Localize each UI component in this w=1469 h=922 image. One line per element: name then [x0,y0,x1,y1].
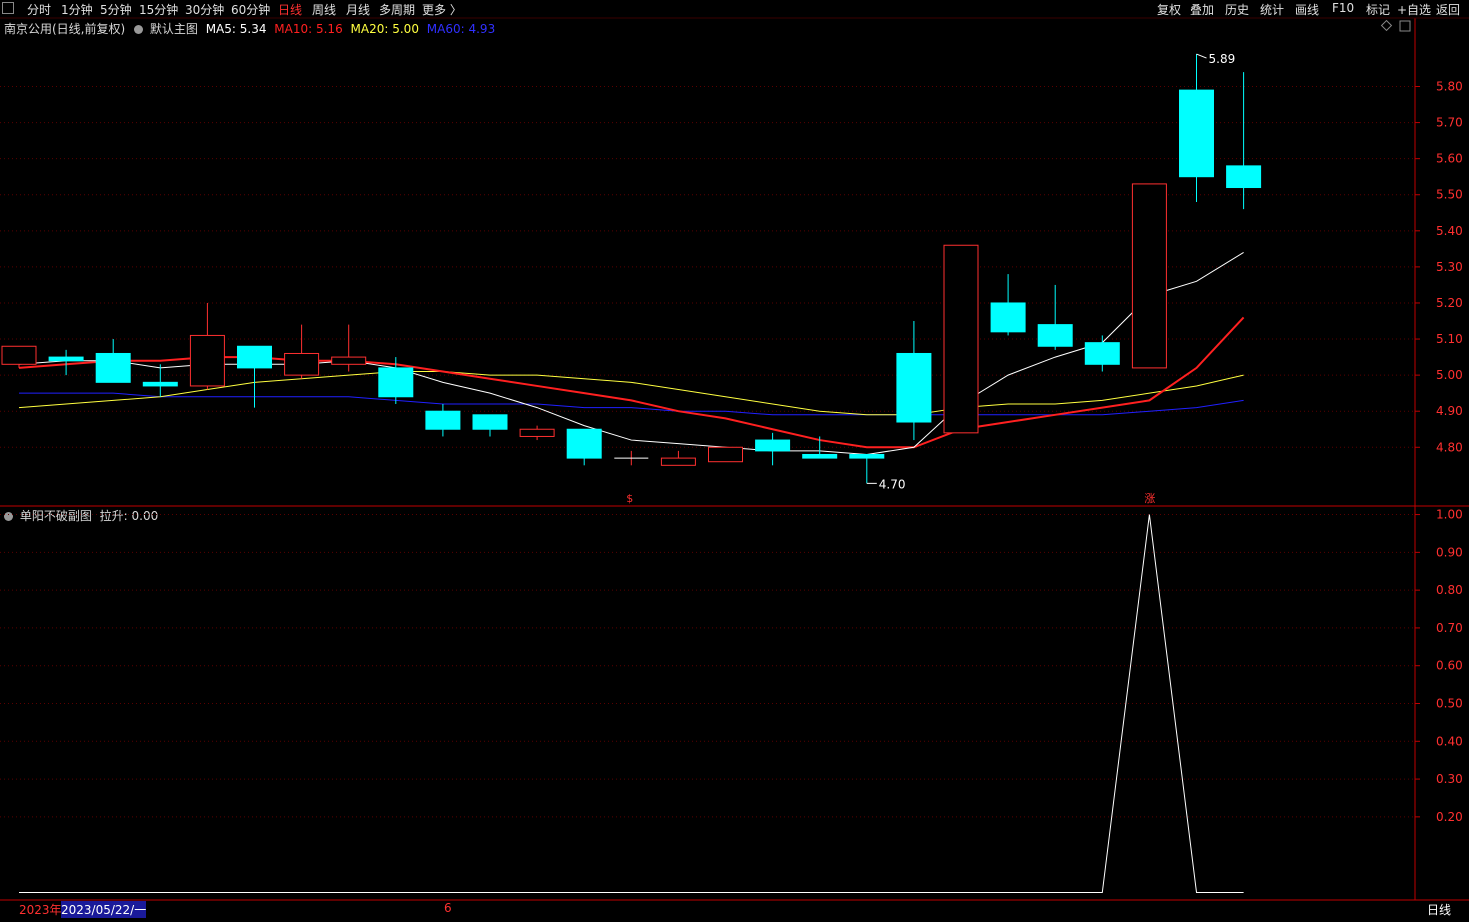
footer-month-mark: 6 [444,901,452,915]
main-tick-label: 5.80 [1436,80,1463,94]
main-tick-label: 5.40 [1436,224,1463,238]
signal-marker: $ [626,492,633,505]
candle-body [1037,324,1073,347]
panel-icon [1399,20,1411,32]
sub-tick-label: 0.50 [1436,697,1463,711]
candle-body [331,356,367,365]
candle-body [48,356,84,362]
candle-body [378,367,414,398]
candle-body [472,414,508,430]
candle-body [237,345,272,369]
candle-body [425,410,461,430]
sub-tick-label: 0.30 [1436,772,1463,786]
candle-body [708,446,743,463]
main-tick-label: 5.60 [1436,152,1463,166]
candle-body [519,428,555,437]
sub-tick-label: 0.20 [1436,810,1463,824]
candle-body [849,453,885,459]
sub-tick-label: 0.70 [1436,621,1463,635]
candle-body [284,352,320,376]
candle-body [1,345,37,365]
candle-body [1226,165,1262,189]
sub-tick-label: 1.00 [1436,508,1463,522]
candle-body [660,457,696,466]
candle-body [95,352,131,383]
candle-body [802,453,838,459]
main-tick-label: 5.30 [1436,260,1463,274]
candle-body [566,428,602,459]
sub-indicator-line [19,514,1244,893]
candle-body [189,334,225,387]
low-price-label: 4.70 [879,477,906,491]
main-tick-label: 5.20 [1436,296,1463,310]
main-tick-label: 4.90 [1436,404,1463,418]
main-tick-label: 4.80 [1436,440,1463,454]
candle-body [896,352,932,423]
sub-tick-label: 0.90 [1436,545,1463,559]
sub-tick-label: 0.60 [1436,659,1463,673]
candle-body [1084,342,1120,365]
candle-body [943,244,979,434]
sub-tick-label: 0.40 [1436,734,1463,748]
candle-body [142,381,178,387]
footer-year: 2023年 [19,903,62,917]
high-label-pointer [1196,53,1207,59]
candle-body [755,439,791,452]
main-tick-label: 5.70 [1436,116,1463,130]
main-tick-label: 5.50 [1436,188,1463,202]
high-price-label: 5.89 [1209,52,1236,66]
signal-marker: 涨 [1144,492,1155,505]
diamond-icon [1380,19,1393,32]
sub-tick-label: 0.80 [1436,583,1463,597]
footer-period[interactable]: 日线 [1427,901,1451,918]
main-tick-label: 5.10 [1436,332,1463,346]
candle-body [1131,183,1167,369]
main-tick-label: 5.00 [1436,368,1463,382]
candle-body [990,302,1026,333]
candle-body [1179,89,1214,178]
stock-chart[interactable]: 5.80 5.70 5.60 5.50 5.40 5.30 5.20 5.10 5.00 4.90… [0,0,1469,922]
footer-date: 2023/05/22/一 [61,901,147,918]
